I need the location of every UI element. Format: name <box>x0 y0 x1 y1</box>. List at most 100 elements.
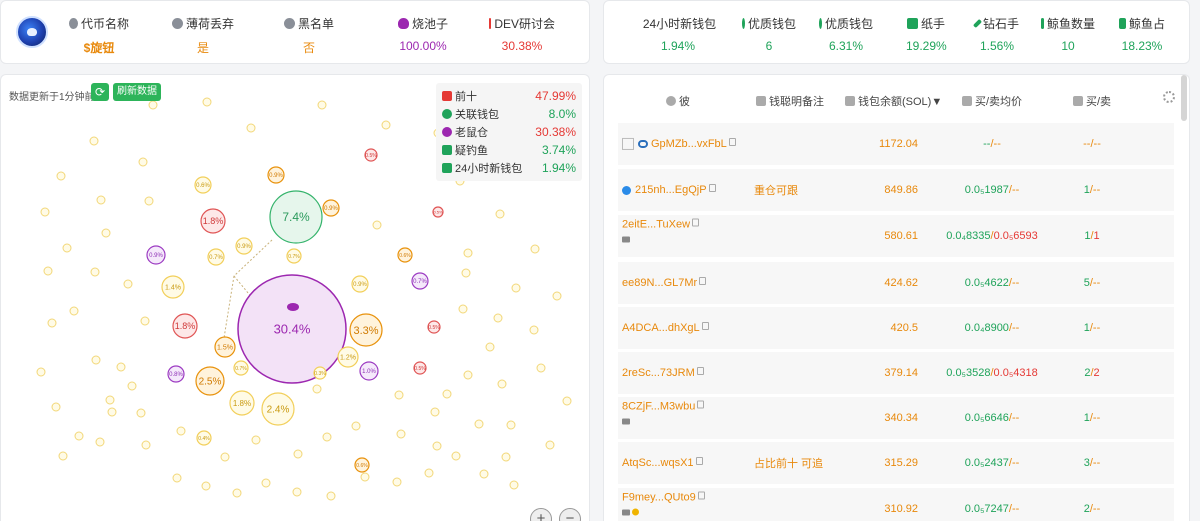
holder-dot[interactable] <box>511 283 521 293</box>
wallet-address-cell[interactable]: A4DCA...dhXgL <box>622 322 709 334</box>
holder-dot[interactable] <box>36 367 46 377</box>
holder-dot[interactable] <box>116 362 126 372</box>
holder-bubble[interactable]: 1.2% <box>337 346 359 368</box>
holder-dot[interactable] <box>232 488 242 498</box>
holder-dot[interactable] <box>529 325 539 335</box>
wallet-address-cell[interactable]: AtqSc...wqsX1 <box>622 457 703 469</box>
holder-dot[interactable] <box>127 381 137 391</box>
holder-bubble[interactable]: 0.7% <box>286 248 302 264</box>
holder-dot[interactable] <box>47 318 57 328</box>
holder-dot[interactable] <box>69 306 79 316</box>
legend-suspected-fishing[interactable]: 疑钓鱼 3.74% <box>442 141 576 159</box>
holder-dot[interactable] <box>381 120 391 130</box>
holder-dot[interactable] <box>96 195 106 205</box>
copy-icon[interactable] <box>708 184 716 192</box>
holder-dot[interactable] <box>58 451 68 461</box>
holder-bubble[interactable]: 1.5% <box>214 336 236 358</box>
wallet-address[interactable]: ee89N...GL7Mr <box>622 277 697 289</box>
holder-bubble[interactable]: 7.4% <box>269 190 323 244</box>
holder-bubble[interactable]: 0.6% <box>194 176 212 194</box>
holder-dot[interactable] <box>138 157 148 167</box>
wallet-address-cell[interactable]: 2reSc...73JRM <box>622 367 704 379</box>
holder-dot[interactable] <box>40 207 50 217</box>
holder-dot[interactable] <box>317 100 327 110</box>
copy-icon[interactable] <box>699 277 707 285</box>
holder-dot[interactable] <box>251 435 261 445</box>
wallet-address-cell[interactable]: ee89N...GL7Mr <box>622 277 707 289</box>
holder-dot[interactable] <box>536 363 546 373</box>
scrollbar[interactable] <box>1181 75 1187 121</box>
holder-dot[interactable] <box>176 426 186 436</box>
copy-icon[interactable] <box>697 491 705 500</box>
holder-dot[interactable] <box>43 266 53 276</box>
holder-dot[interactable] <box>463 248 473 258</box>
holder-dot[interactable] <box>322 432 332 442</box>
holder-bubble[interactable]: 0.7% <box>233 360 249 376</box>
copy-icon[interactable] <box>695 457 703 465</box>
holder-dot[interactable] <box>201 481 211 491</box>
holder-bubble[interactable]: 0.9% <box>267 166 285 184</box>
holder-dot[interactable] <box>293 449 303 459</box>
holder-dot[interactable] <box>202 97 212 107</box>
holder-dot[interactable] <box>461 268 471 278</box>
table-row[interactable]: GpMZb...vxFbL 1172.04 --/-- --/-- <box>618 123 1174 165</box>
holder-dot[interactable] <box>501 452 511 462</box>
wallet-address-cell[interactable]: GpMZb...vxFbL <box>622 137 736 151</box>
holder-dot[interactable] <box>74 431 84 441</box>
holder-dot[interactable] <box>351 421 361 431</box>
holder-bubble[interactable]: 0.5% <box>413 361 427 375</box>
holder-dot[interactable] <box>463 370 473 380</box>
holder-bubble[interactable]: 0.5% <box>364 148 378 162</box>
holder-dot[interactable] <box>562 396 572 406</box>
wallet-address[interactable]: A4DCA...dhXgL <box>622 322 700 334</box>
holder-dot[interactable] <box>261 478 271 488</box>
legend-new-wallet-24h[interactable]: 24小时新钱包 1.94% <box>442 159 576 177</box>
copy-icon[interactable] <box>692 218 700 227</box>
table-row[interactable]: ee89N...GL7Mr 424.62 0.0₅4622/-- 5/-- <box>618 262 1174 304</box>
holder-dot[interactable] <box>95 437 105 447</box>
table-row[interactable]: 2eitE...TuXew 580.61 0.0₄8335/0.0₅6593 1/1 <box>618 215 1174 257</box>
holder-dot[interactable] <box>442 389 452 399</box>
holder-dot[interactable] <box>136 408 146 418</box>
holder-dot[interactable] <box>148 100 158 110</box>
holder-bubble[interactable]: 2.4% <box>261 392 295 426</box>
table-row[interactable]: A4DCA...dhXgL 420.5 0.0₄8900/-- 1/-- <box>618 307 1174 349</box>
header-avg-price[interactable]: 买/卖均价 <box>962 93 1022 109</box>
holder-dot[interactable] <box>51 402 61 412</box>
holder-dot[interactable] <box>493 313 503 323</box>
copy-icon[interactable] <box>697 400 705 409</box>
holder-bubble[interactable]: 1.0% <box>359 361 379 381</box>
holder-dot[interactable] <box>144 196 154 206</box>
holder-dot[interactable] <box>372 220 382 230</box>
holder-bubble[interactable]: 1.8% <box>229 390 255 416</box>
refresh-data-button[interactable]: 刷新数据 <box>113 83 161 101</box>
header-wallet-balance[interactable]: 钱包余额(SOL)▼ <box>845 93 942 109</box>
holder-dot[interactable] <box>312 384 322 394</box>
holder-bubble[interactable]: 0.5% <box>432 206 444 218</box>
holder-dot[interactable] <box>479 469 489 479</box>
holder-bubble[interactable]: 0.9% <box>322 199 340 217</box>
holder-dot[interactable] <box>432 441 442 451</box>
holder-dot[interactable] <box>495 209 505 219</box>
holder-dot[interactable] <box>552 291 562 301</box>
wallet-address[interactable]: 2eitE...TuXew <box>622 218 690 230</box>
wallet-address[interactable]: AtqSc...wqsX1 <box>622 457 694 469</box>
holder-dot[interactable] <box>360 472 370 482</box>
holder-dot[interactable] <box>89 136 99 146</box>
holder-dot[interactable] <box>246 123 256 133</box>
holder-dot[interactable] <box>392 477 402 487</box>
holder-dot[interactable] <box>506 420 516 430</box>
legend-top-ten[interactable]: 前十 47.99% <box>442 87 576 105</box>
header-buy-sell[interactable]: 买/卖 <box>1073 93 1111 109</box>
wallet-address-cell[interactable]: F9mey...QUto9 <box>622 491 705 518</box>
refresh-icon-button[interactable]: ⟳ <box>91 83 109 101</box>
holder-bubble[interactable]: 0.7% <box>207 248 225 266</box>
holder-dot[interactable] <box>62 243 72 253</box>
holder-dot[interactable] <box>123 279 133 289</box>
holder-dot[interactable] <box>530 244 540 254</box>
table-row[interactable]: AtqSc...wqsX1 占比前十 可追 315.29 0.0₅2437/-- 3/-… <box>618 442 1174 484</box>
wallet-address[interactable]: F9mey...QUto9 <box>622 491 696 503</box>
wallet-address[interactable]: 8CZjF...M3wbu <box>622 400 695 412</box>
header-smart-note[interactable]: 钱聪明备注 <box>756 93 824 109</box>
wallet-address[interactable]: 2reSc...73JRM <box>622 367 695 379</box>
